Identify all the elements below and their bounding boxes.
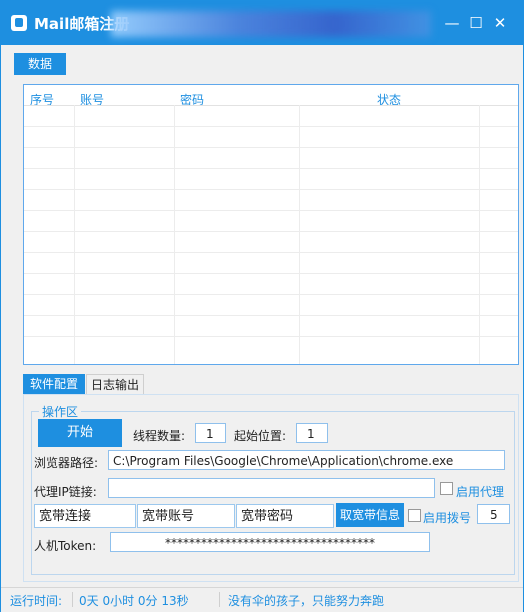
runtime-value: 0天 0小时 0分 13秒 <box>79 594 189 608</box>
runtime-label: 运行时间: <box>10 594 63 608</box>
grid-line <box>24 336 518 337</box>
grid-line <box>24 126 518 127</box>
grid-line <box>24 273 518 274</box>
broadband-password-field[interactable]: 宽带密码 <box>236 504 334 528</box>
slogan-text: 没有伞的孩子，只能努力奔跑 <box>228 594 385 608</box>
thread-count-field[interactable]: 1 <box>195 423 226 443</box>
grid-line <box>74 105 75 364</box>
grid-line <box>299 105 300 364</box>
group-title: 操作区 <box>39 403 82 420</box>
grid-line <box>24 315 518 316</box>
use-dial-checkbox[interactable] <box>408 509 421 522</box>
tab-data[interactable]: 数据 <box>14 53 66 75</box>
captcha-token-label: 人机Token: <box>34 539 97 553</box>
grid-line <box>24 147 518 148</box>
redacted-area <box>111 11 431 37</box>
data-table: 序号 账号 密码 状态 <box>23 84 519 365</box>
grid-line <box>24 294 518 295</box>
title-bar[interactable]: Mail邮箱注册 — ☐ ✕ <box>1 1 523 45</box>
captcha-token-field[interactable]: *********************************** <box>110 532 430 552</box>
grid-line <box>24 252 518 253</box>
use-proxy-label[interactable]: 启用代理 <box>456 483 504 500</box>
browser-path-field[interactable]: C:\Program Files\Google\Chrome\Applicati… <box>108 450 505 470</box>
grid-line <box>24 168 518 169</box>
close-icon[interactable]: ✕ <box>491 15 509 31</box>
maximize-icon[interactable]: ☐ <box>467 15 485 31</box>
main-window: Mail邮箱注册 — ☐ ✕ 数据 序号 账号 密码 状态 软件配置 日志输出 … <box>0 0 524 612</box>
use-dial-label[interactable]: 启用拨号 <box>423 509 471 526</box>
thread-count-label: 线程数量: <box>133 429 186 443</box>
status-separator <box>72 592 73 607</box>
grid-line <box>24 189 518 190</box>
dial-interval-field[interactable]: 5 <box>477 504 510 524</box>
tab-log-output[interactable]: 日志输出 <box>86 374 144 394</box>
grid-line <box>24 210 518 211</box>
use-proxy-checkbox[interactable] <box>440 482 453 495</box>
grid-line <box>174 105 175 364</box>
header-divider <box>24 105 518 106</box>
broadband-account-field[interactable]: 宽带账号 <box>137 504 235 528</box>
status-separator <box>219 592 220 607</box>
grid-line <box>479 105 480 364</box>
start-position-label: 起始位置: <box>234 429 287 443</box>
browser-path-label: 浏览器路径: <box>34 456 99 470</box>
start-button[interactable]: 开始 <box>38 419 122 447</box>
status-bar: 运行时间: 0天 0小时 0分 13秒 没有伞的孩子，只能努力奔跑 <box>1 587 523 612</box>
start-position-field[interactable]: 1 <box>296 423 328 443</box>
proxy-ip-field[interactable] <box>108 478 435 498</box>
tab-software-config[interactable]: 软件配置 <box>23 374 85 394</box>
broadband-connection-field[interactable]: 宽带连接 <box>34 504 136 528</box>
grid-line <box>24 231 518 232</box>
proxy-ip-label: 代理IP链接: <box>34 485 97 499</box>
get-broadband-info-button[interactable]: 取宽带信息 <box>336 503 404 527</box>
minimize-icon[interactable]: — <box>443 15 461 31</box>
app-mail-icon <box>11 15 27 31</box>
